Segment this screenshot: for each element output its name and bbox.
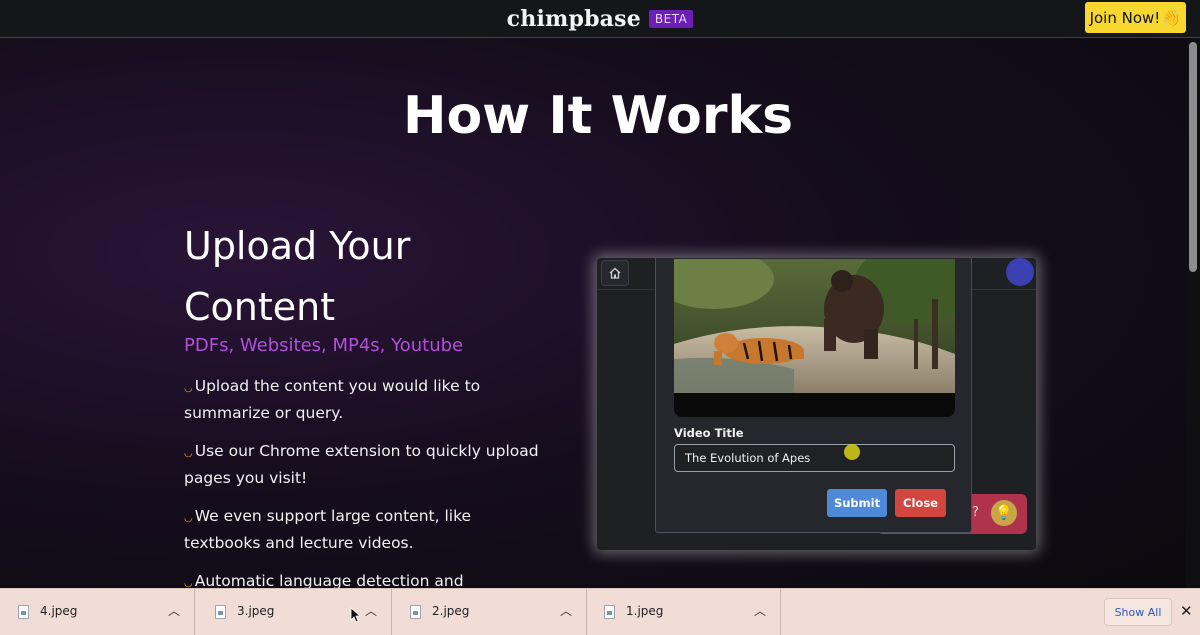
section-subtitle: PDFs, Websites, MP4s, Youtube	[184, 335, 464, 356]
feature-text: Upload the content you would like to sum…	[184, 377, 481, 422]
banana-icon: ◡	[184, 448, 193, 459]
banana-icon: ◡	[184, 513, 193, 524]
submit-button[interactable]: Submit	[827, 489, 887, 517]
feature-item: ◡ We even support large content, like tex…	[184, 504, 544, 555]
page-title: How It Works	[402, 86, 794, 146]
download-item[interactable]: 3.jpeg ︿	[197, 589, 392, 635]
download-item[interactable]: 4.jpeg ︿	[0, 589, 195, 635]
chevron-up-icon[interactable]: ︿	[560, 602, 572, 619]
avatar[interactable]	[1006, 258, 1034, 286]
video-title-label: Video Title	[674, 426, 744, 440]
mouse-pointer-icon	[350, 607, 360, 623]
download-filename: 2.jpeg	[432, 604, 470, 618]
chevron-up-icon[interactable]: ︿	[365, 602, 377, 619]
beta-badge: BETA	[648, 9, 694, 28]
download-filename: 4.jpeg	[40, 604, 78, 618]
brand-logo[interactable]: chimpbase BETA	[507, 6, 694, 32]
brand-name: chimpbase	[506, 5, 641, 32]
upload-modal: Video Title Submit Close	[655, 258, 972, 533]
feature-item: ◡ Use our Chrome extension to quickly upl…	[184, 439, 544, 490]
chevron-up-icon[interactable]: ︿	[754, 602, 766, 619]
cursor-highlight	[844, 444, 860, 460]
feature-text: We even support large content, like text…	[184, 507, 472, 552]
feature-text: Use our Chrome extension to quickly uplo…	[184, 442, 539, 487]
download-filename: 3.jpeg	[237, 604, 275, 618]
join-now-label: Join Now!	[1089, 8, 1161, 27]
video-preview[interactable]	[674, 259, 955, 417]
image-file-icon	[410, 605, 421, 619]
feature-item: ◡ Upload the content you would like to su…	[184, 374, 544, 425]
show-all-button[interactable]: Show All	[1104, 598, 1172, 626]
download-item[interactable]: 2.jpeg ︿	[392, 589, 587, 635]
lightbulb-icon: 💡	[991, 500, 1017, 526]
image-file-icon	[18, 605, 29, 619]
download-bar: 4.jpeg ︿ 3.jpeg ︿ 2.jpeg ︿ 1.jpeg ︿ Show…	[0, 588, 1200, 635]
section-heading: Upload Your Content	[184, 224, 411, 329]
banana-icon: ◡	[184, 383, 193, 394]
image-file-icon	[215, 605, 226, 619]
chevron-up-icon[interactable]: ︿	[168, 602, 180, 619]
join-now-button[interactable]: Join Now! 👋	[1084, 2, 1186, 33]
image-file-icon	[604, 605, 615, 619]
close-icon[interactable]: ✕	[1180, 602, 1193, 620]
video-title-input[interactable]	[674, 444, 955, 472]
top-navbar: chimpbase BETA Join Now! 👋	[0, 0, 1200, 38]
close-button[interactable]: Close	[895, 489, 946, 517]
home-icon[interactable]	[601, 260, 629, 286]
download-item[interactable]: 1.jpeg ︿	[586, 589, 781, 635]
download-filename: 1.jpeg	[626, 604, 664, 618]
wave-hand-icon: 👋	[1162, 8, 1181, 27]
demo-screenshot: ns? 💡	[597, 258, 1036, 550]
scrollbar-thumb[interactable]	[1189, 42, 1197, 272]
video-thumbnail-image	[674, 259, 955, 393]
